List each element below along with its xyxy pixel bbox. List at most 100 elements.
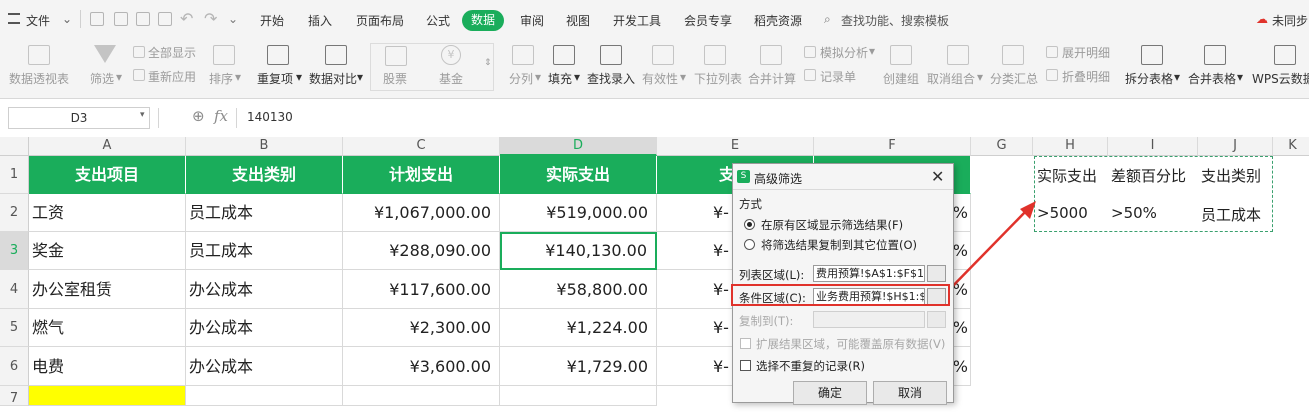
save-icon[interactable] [90, 12, 104, 26]
row-header-1[interactable]: 1 [0, 156, 29, 194]
chevron-down-icon[interactable]: ▾ [116, 70, 122, 84]
compare-button[interactable]: 数据对比 [309, 70, 357, 87]
row-header-3[interactable]: 3 [0, 232, 29, 270]
cloud-icon[interactable]: ☁ [1256, 12, 1268, 26]
cancel-button[interactable]: 取消 [873, 381, 947, 405]
header-cell[interactable]: 支出类别 [186, 156, 343, 194]
header-cell[interactable]: 实际支出 [500, 156, 657, 194]
tab-view[interactable]: 视图 [566, 12, 590, 29]
row-header-6[interactable]: 6 [0, 347, 29, 386]
table-cell[interactable]: ¥117,600.00 [343, 270, 500, 309]
range-picker-icon[interactable] [927, 265, 946, 282]
table-cell[interactable]: ¥519,000.00 [500, 194, 657, 232]
table-cell[interactable]: ¥1,729.00 [500, 347, 657, 386]
chevron-down-icon[interactable]: ⌄ [62, 12, 72, 26]
hamburger-icon[interactable] [8, 13, 20, 24]
formula-input[interactable]: 140130 [247, 110, 293, 124]
dropdown-list-button[interactable]: 下拉列表 [694, 70, 742, 87]
row-header-2[interactable]: 2 [0, 194, 29, 232]
table-cell[interactable]: 奖金 [29, 232, 186, 270]
criteria-value-diff-pct[interactable]: >50% [1111, 204, 1157, 222]
fx-icon[interactable]: fx [214, 107, 228, 125]
table-cell[interactable] [343, 386, 500, 406]
yellow-cell[interactable] [29, 386, 186, 406]
consolidate-button[interactable]: 合并计算 [748, 70, 796, 87]
chevron-down-icon[interactable]: ▾ [1237, 70, 1243, 84]
reapply-button[interactable]: 重新应用 [148, 68, 196, 85]
subtotal-button[interactable]: 分类汇总 [990, 70, 1038, 87]
fill-button[interactable]: 填充 [548, 70, 572, 87]
expand-result-label[interactable]: 扩展结果区域，可能覆盖原有数据(V) [756, 336, 945, 352]
ungroup-button[interactable]: 取消组合 [927, 70, 975, 87]
tab-docer[interactable]: 稻壳资源 [754, 12, 802, 29]
chevron-down-icon[interactable]: ▾ [296, 70, 302, 84]
show-all-button[interactable]: 全部显示 [148, 44, 196, 61]
criteria-header-category[interactable]: 支出类别 [1201, 165, 1261, 186]
table-cell[interactable]: ¥1,067,000.00 [343, 194, 500, 232]
tab-developer[interactable]: 开发工具 [613, 12, 661, 29]
table-cell[interactable]: 员工成本 [186, 194, 343, 232]
option-copy-label[interactable]: 将筛选结果复制到其它位置(O) [761, 237, 917, 253]
chevron-down-icon[interactable]: ▾ [1174, 70, 1180, 84]
chevron-down-icon[interactable]: ▾ [574, 70, 580, 84]
table-cell[interactable]: 工资 [29, 194, 186, 232]
undo-icon[interactable]: ↶ [180, 9, 193, 28]
funds-button[interactable]: 基金 [439, 70, 463, 87]
split-table-button[interactable]: 拆分表格 [1125, 70, 1173, 87]
feature-search-input[interactable]: 查找功能、搜索模板 [841, 12, 949, 29]
tab-review[interactable]: 审阅 [520, 12, 544, 29]
list-range-input[interactable]: 费用预算!$A$1:$F$19 [813, 265, 925, 282]
collapse-detail-button[interactable]: 折叠明细 [1062, 68, 1110, 85]
copy-to-input[interactable] [813, 311, 925, 328]
customize-icon[interactable]: ⌄ [228, 12, 238, 26]
table-cell[interactable]: ¥3,600.00 [343, 347, 500, 386]
table-cell[interactable]: 燃气 [29, 309, 186, 347]
file-menu[interactable]: 文件 [26, 12, 50, 29]
tab-home[interactable]: 开始 [260, 12, 284, 29]
sync-status[interactable]: 未同步 [1272, 12, 1308, 29]
column-header-i[interactable]: I [1108, 137, 1198, 156]
column-header-d[interactable]: D [500, 137, 657, 156]
chevron-down-icon[interactable]: ▾ [869, 44, 875, 58]
tab-data[interactable]: 数据 [462, 10, 504, 31]
tab-member[interactable]: 会员专享 [684, 12, 732, 29]
tab-insert[interactable]: 插入 [308, 12, 332, 29]
row-header-4[interactable]: 4 [0, 270, 29, 309]
column-header-g[interactable]: G [971, 137, 1033, 156]
lookup-entry-button[interactable]: 查找录入 [587, 70, 635, 87]
stocks-button[interactable]: 股票 [383, 70, 407, 87]
zoom-icon[interactable]: ⊕ [192, 107, 205, 125]
tab-page-layout[interactable]: 页面布局 [356, 12, 404, 29]
column-header-j[interactable]: J [1198, 137, 1273, 156]
header-cell[interactable]: 计划支出 [343, 156, 500, 194]
header-cell[interactable]: 支出项目 [29, 156, 186, 194]
split-column-button[interactable]: 分列 [509, 70, 533, 87]
criteria-value-category[interactable]: 员工成本 [1201, 204, 1261, 225]
pivot-table-button[interactable]: 数据透视表 [9, 70, 69, 87]
table-cell[interactable] [186, 386, 343, 406]
create-group-button[interactable]: 创建组 [883, 70, 919, 87]
chevron-down-icon[interactable]: ▾ [977, 70, 983, 84]
search-icon[interactable]: ⌕ [824, 12, 831, 27]
radio-in-place[interactable] [744, 219, 755, 230]
table-cell[interactable]: 办公成本 [186, 347, 343, 386]
tab-formula[interactable]: 公式 [426, 12, 450, 29]
select-all-corner[interactable] [0, 137, 29, 156]
criteria-header-diff-pct[interactable]: 差额百分比 [1111, 165, 1186, 186]
column-header-b[interactable]: B [186, 137, 343, 156]
table-cell[interactable]: 办公室租赁 [29, 270, 186, 309]
table-cell[interactable]: ¥1,224.00 [500, 309, 657, 347]
redo-icon[interactable]: ↷ [204, 9, 217, 28]
sort-button[interactable]: 排序 [209, 70, 233, 87]
column-header-f[interactable]: F [814, 137, 971, 156]
ok-button[interactable]: 确定 [793, 381, 867, 405]
merge-table-button[interactable]: 合并表格 [1188, 70, 1236, 87]
simulate-button[interactable]: 模拟分析 [820, 44, 868, 61]
column-header-c[interactable]: C [343, 137, 500, 156]
filter-button[interactable]: 筛选 [90, 70, 114, 87]
column-header-e[interactable]: E [657, 137, 814, 156]
column-header-k[interactable]: K [1273, 137, 1309, 156]
option-in-place-label[interactable]: 在原有区域显示筛选结果(F) [761, 217, 903, 233]
export-icon[interactable] [114, 12, 128, 26]
duplicates-button[interactable]: 重复项 [257, 70, 293, 87]
